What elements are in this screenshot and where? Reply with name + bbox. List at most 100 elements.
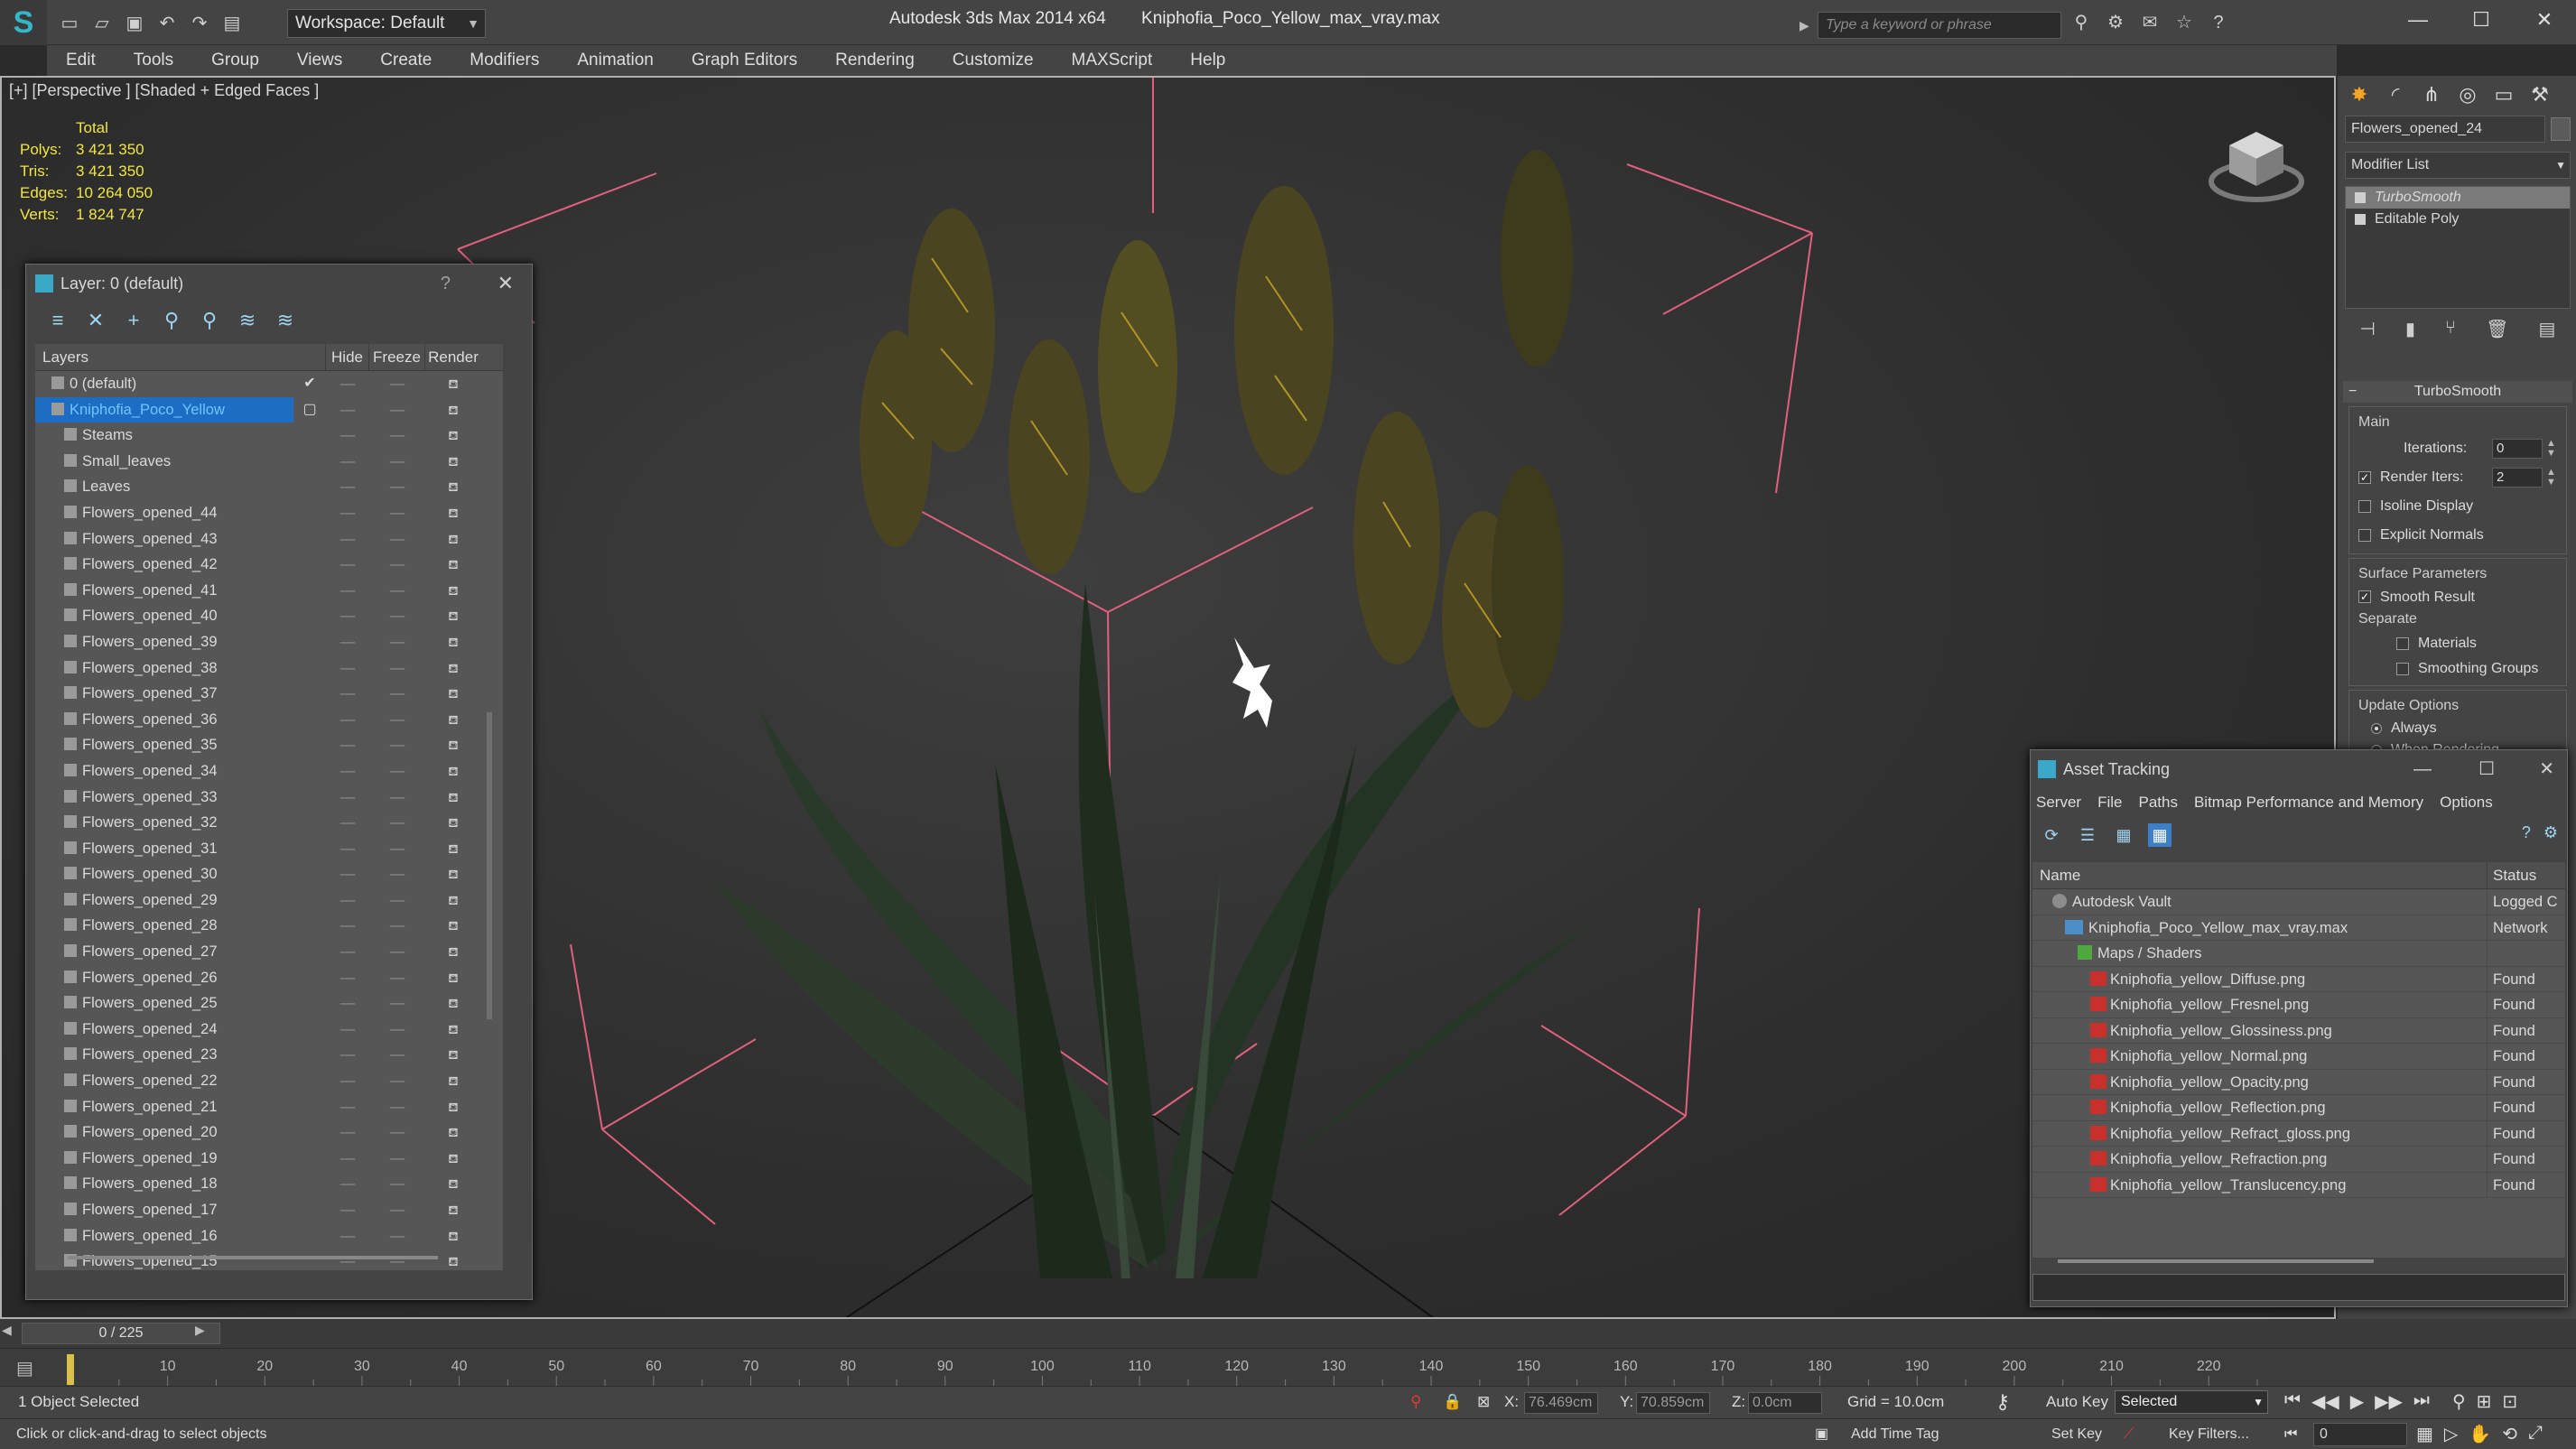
remove-modifier-icon[interactable]: 🗑 xyxy=(2486,318,2508,340)
asset-row[interactable]: Kniphofia_Poco_Yellow_max_vray.max Networ… xyxy=(2032,915,2565,941)
layer-row[interactable]: Small_leaves — — ⛾ xyxy=(35,449,503,475)
new-file-icon[interactable]: ▭ xyxy=(56,9,83,36)
layer-name[interactable]: Flowers_opened_38 xyxy=(35,655,293,682)
render-teapot-icon[interactable]: ⛾ xyxy=(425,1094,481,1120)
select-objects-icon[interactable]: ⚲ xyxy=(158,307,185,334)
layer-name[interactable]: Flowers_opened_35 xyxy=(35,732,293,758)
communication-icon[interactable]: ✉ xyxy=(2136,9,2163,36)
current-layer-checkbox[interactable] xyxy=(293,578,326,604)
refresh-icon[interactable]: ⟳ xyxy=(2040,823,2063,847)
layer-name[interactable]: Flowers_opened_21 xyxy=(35,1094,293,1120)
hide-toggle[interactable]: — xyxy=(326,474,369,500)
orbit-icon[interactable]: ⟲ xyxy=(2502,1423,2517,1445)
asset-row[interactable]: Kniphofia_yellow_Opacity.png Found xyxy=(2032,1069,2565,1095)
add-time-tag-button[interactable]: Add Time Tag xyxy=(1851,1419,1939,1449)
render-teapot-icon[interactable]: ⛾ xyxy=(425,1119,481,1146)
close-button[interactable]: ✕ xyxy=(2539,750,2554,788)
render-teapot-icon[interactable]: ⛾ xyxy=(425,939,481,965)
layer-name[interactable]: Flowers_opened_33 xyxy=(35,785,293,811)
freeze-toggle[interactable]: — xyxy=(369,655,425,682)
asset-row[interactable]: Kniphofia_yellow_Refraction.png Found xyxy=(2032,1147,2565,1173)
freeze-toggle[interactable]: — xyxy=(369,1223,425,1249)
freeze-toggle[interactable]: — xyxy=(369,785,425,811)
freeze-toggle[interactable]: — xyxy=(369,913,425,939)
layer-name[interactable]: Flowers_opened_32 xyxy=(35,810,293,836)
freeze-toggle[interactable]: — xyxy=(369,629,425,655)
freeze-all-icon[interactable]: ≋ xyxy=(272,307,299,334)
layer-row[interactable]: 0 (default) ✔ — — ⛾ xyxy=(35,371,503,397)
hide-toggle[interactable]: — xyxy=(326,939,369,965)
render-teapot-icon[interactable]: ⛾ xyxy=(425,1042,481,1068)
open-file-icon[interactable]: ▱ xyxy=(88,9,116,36)
maximize-button[interactable]: ☐ xyxy=(2450,0,2513,40)
favorites-star-icon[interactable]: ☆ xyxy=(2171,9,2198,36)
layer-name[interactable]: Flowers_opened_42 xyxy=(35,552,293,578)
current-layer-checkbox[interactable] xyxy=(293,1119,326,1146)
asset-name[interactable]: Kniphofia_yellow_Refract_gloss.png xyxy=(2032,1120,2488,1146)
hide-toggle[interactable]: — xyxy=(326,449,369,475)
current-layer-checkbox[interactable] xyxy=(293,836,326,862)
mini-curve-editor-icon[interactable]: ▤ xyxy=(16,1359,33,1379)
asset-name[interactable]: Kniphofia_yellow_Reflection.png xyxy=(2032,1095,2488,1120)
layer-row[interactable]: Flowers_opened_33— — ⛾ xyxy=(35,785,503,811)
make-unique-icon[interactable]: ⑂ xyxy=(2445,318,2456,340)
render-teapot-icon[interactable]: ⛾ xyxy=(425,526,481,553)
iterations-spinner[interactable]: 0 xyxy=(2492,439,2543,459)
menu-create[interactable]: Create xyxy=(361,45,451,76)
layer-name[interactable]: Flowers_opened_19 xyxy=(35,1146,293,1172)
search-expand-icon[interactable]: ▶ xyxy=(1799,12,1816,39)
hide-toggle[interactable]: — xyxy=(326,526,369,553)
layer-row[interactable]: Flowers_opened_24— — ⛾ xyxy=(35,1017,503,1043)
configure-sets-icon[interactable]: ▤ xyxy=(2539,318,2556,340)
render-teapot-icon[interactable]: ⛾ xyxy=(425,758,481,785)
column-name[interactable]: Name xyxy=(2032,862,2488,888)
current-layer-checkbox[interactable] xyxy=(293,913,326,939)
render-teapot-icon[interactable]: ⛾ xyxy=(425,1017,481,1043)
display-tab-icon[interactable]: ▭ xyxy=(2489,81,2518,108)
render-teapot-icon[interactable]: ⛾ xyxy=(425,1249,481,1270)
time-configuration-icon[interactable]: ▦ xyxy=(2416,1423,2433,1445)
current-frame-marker[interactable] xyxy=(67,1354,74,1385)
close-button[interactable]: ✕ xyxy=(2513,0,2576,40)
layer-name[interactable]: Kniphofia_Poco_Yellow xyxy=(35,396,293,423)
menu-file[interactable]: File xyxy=(2097,788,2122,817)
current-frame-field[interactable]: 0 xyxy=(2313,1423,2407,1446)
current-layer-checkbox[interactable] xyxy=(293,1249,326,1270)
bulb-icon[interactable] xyxy=(2355,192,2366,203)
render-teapot-icon[interactable]: ⛾ xyxy=(425,913,481,939)
undo-icon[interactable]: ↶ xyxy=(153,9,181,36)
hide-toggle[interactable]: — xyxy=(326,1146,369,1172)
current-layer-checkbox[interactable] xyxy=(293,1197,326,1223)
smooth-result-checkbox[interactable]: ✓ xyxy=(2358,590,2371,603)
hide-toggle[interactable]: — xyxy=(326,887,369,914)
current-layer-checkbox[interactable] xyxy=(293,758,326,785)
hide-toggle[interactable]: — xyxy=(326,629,369,655)
render-teapot-icon[interactable]: ⛾ xyxy=(425,681,481,707)
binoculars-icon[interactable]: ⚲ xyxy=(2068,9,2095,36)
modifier-list-dropdown[interactable]: Modifier List ▼ xyxy=(2345,152,2571,179)
hide-toggle[interactable]: — xyxy=(326,1042,369,1068)
layer-row[interactable]: Flowers_opened_16— — ⛾ xyxy=(35,1223,503,1249)
layer-name[interactable]: Flowers_opened_22 xyxy=(35,1068,293,1094)
freeze-toggle[interactable]: — xyxy=(369,449,425,475)
freeze-toggle[interactable]: — xyxy=(369,810,425,836)
help-icon[interactable]: ? xyxy=(2522,823,2531,842)
project-folder-icon[interactable]: ▤ xyxy=(219,9,246,36)
layer-name[interactable]: Flowers_opened_20 xyxy=(35,1119,293,1146)
y-coordinate-field[interactable]: 70.859cm xyxy=(1636,1392,1710,1414)
stack-item-turbosmooth[interactable]: TurboSmooth xyxy=(2346,187,2570,209)
asset-name[interactable]: Kniphofia_yellow_Opacity.png xyxy=(2032,1069,2488,1094)
set-key-icon[interactable]: ⟋ xyxy=(2124,1419,2134,1449)
workspace-dropdown[interactable]: Workspace: Default ▼ xyxy=(287,9,486,38)
layer-row[interactable]: Flowers_opened_38— — ⛾ xyxy=(35,655,503,682)
maximize-viewport-icon[interactable]: ⤢ xyxy=(2528,1423,2543,1445)
hide-toggle[interactable]: — xyxy=(326,603,369,629)
current-layer-checkbox[interactable] xyxy=(293,1146,326,1172)
isoline-display-checkbox[interactable] xyxy=(2358,500,2371,513)
asset-name[interactable]: Kniphofia_yellow_Normal.png xyxy=(2032,1044,2488,1069)
track-bar[interactable]: 10 20 30 40 50 60 70 80 90 100 110 120 130 140 150 160 1… xyxy=(0,1348,2576,1387)
render-teapot-icon[interactable]: ⛾ xyxy=(425,1223,481,1249)
key-mode-icon[interactable]: ⏮ xyxy=(2284,1419,2297,1449)
layer-name[interactable]: Small_leaves xyxy=(35,449,293,475)
show-end-result-icon[interactable]: ▮ xyxy=(2405,318,2415,340)
